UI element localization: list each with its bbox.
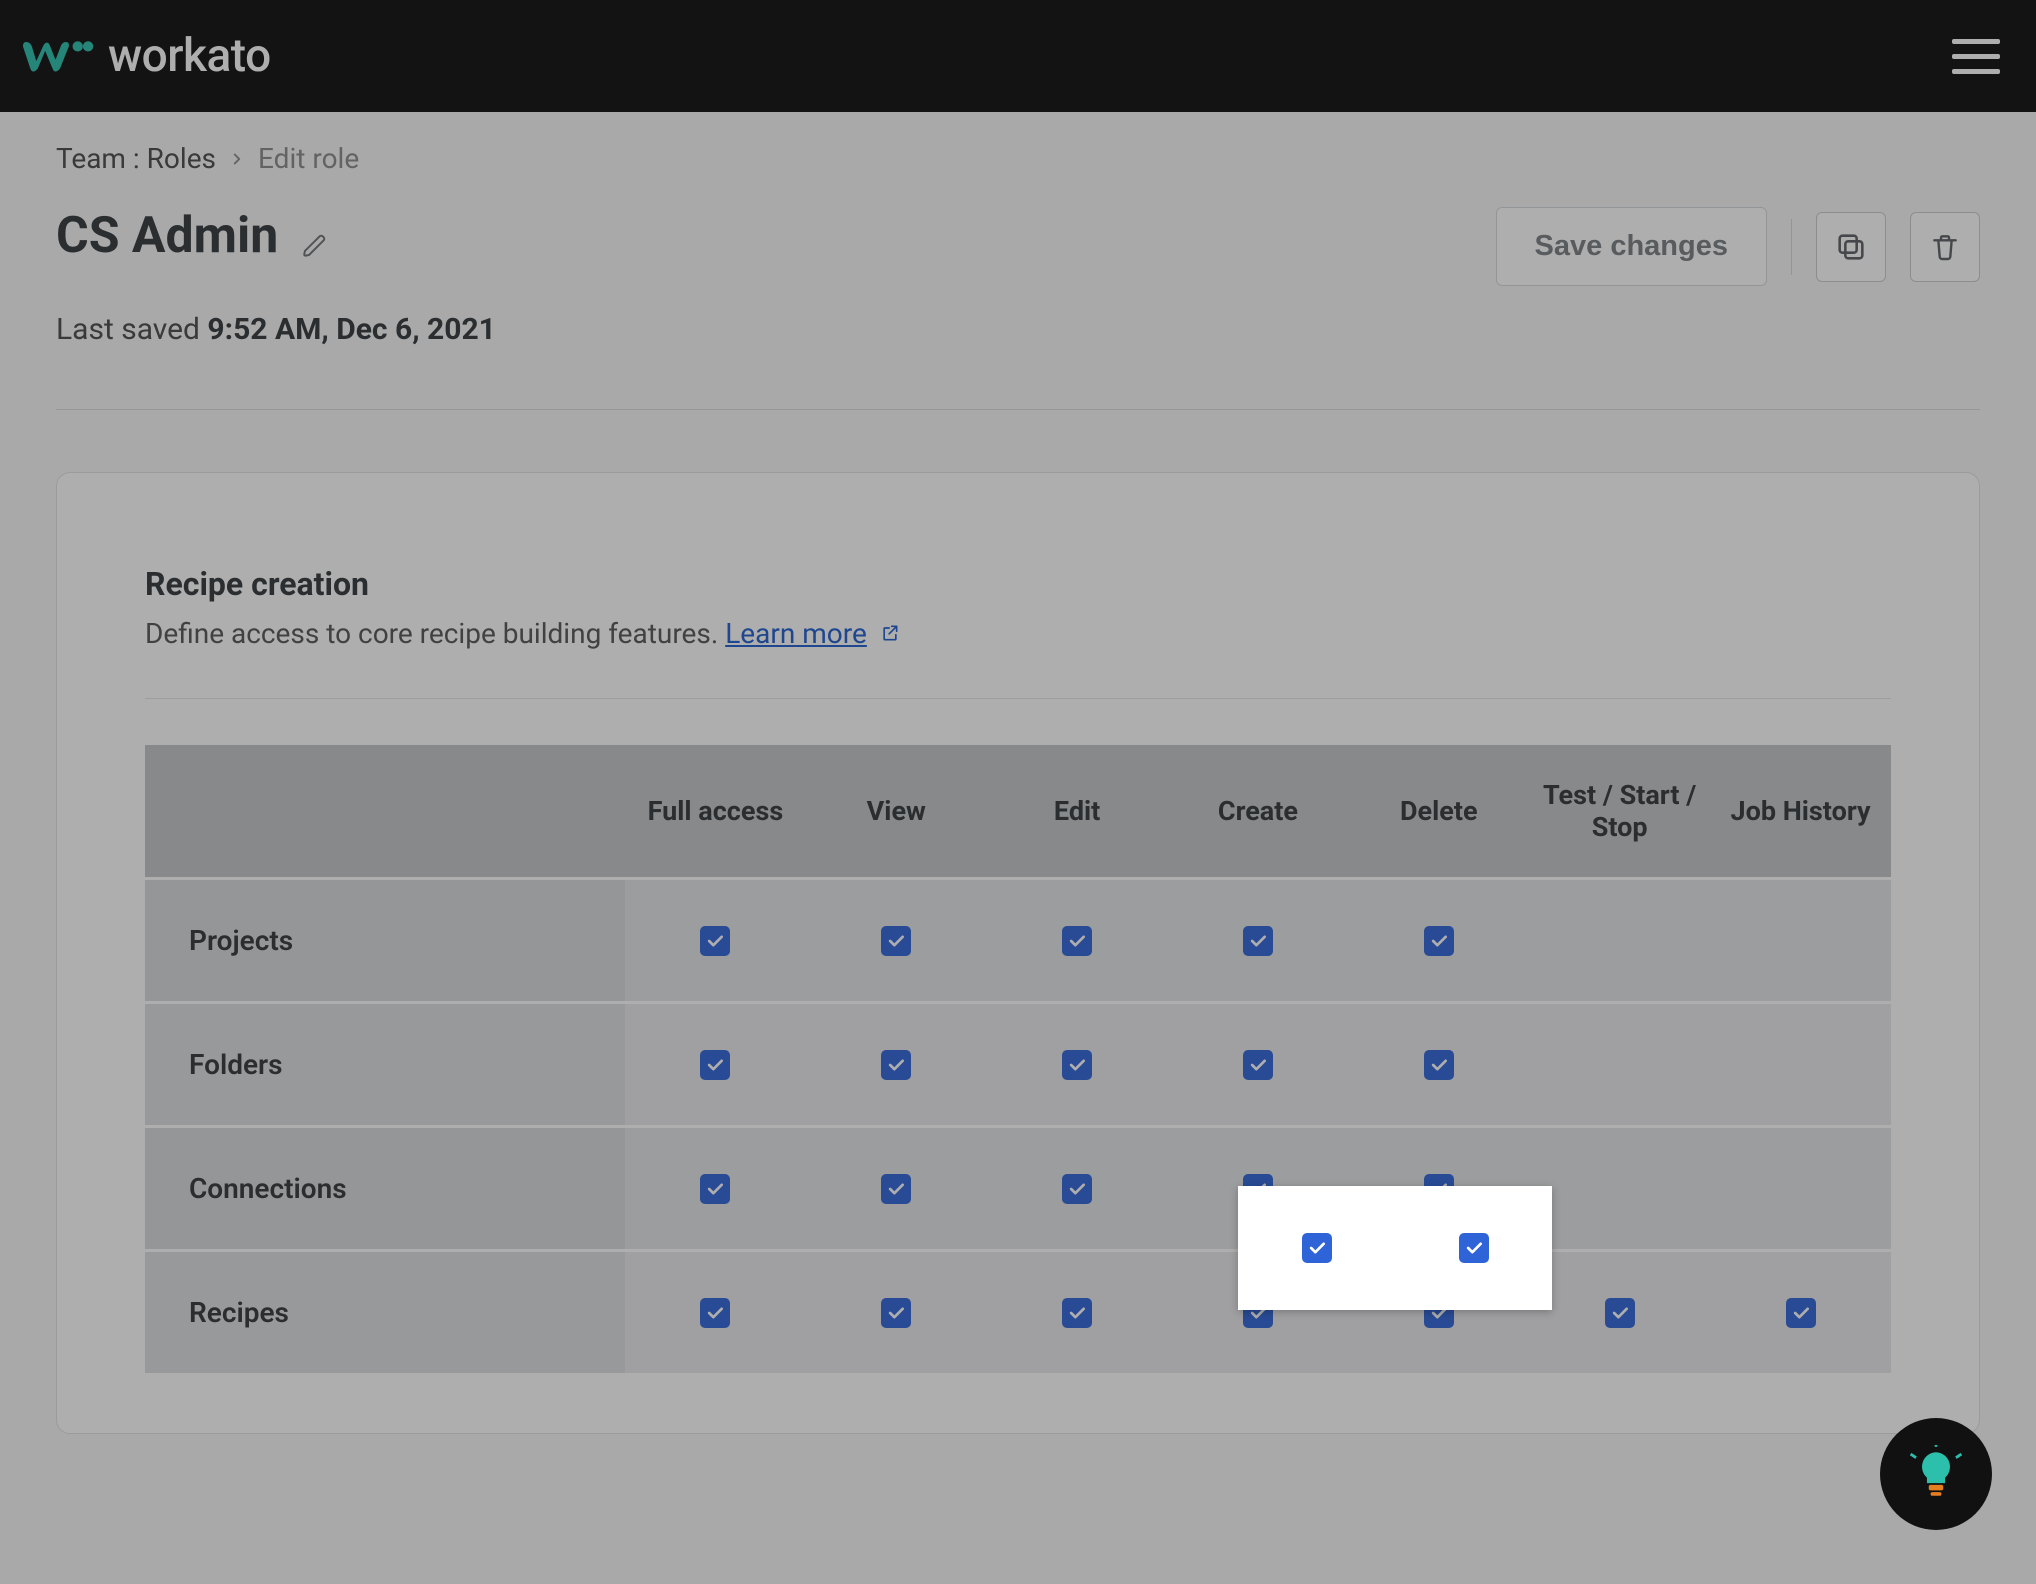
checkbox[interactable] (700, 926, 730, 956)
duplicate-button[interactable] (1816, 212, 1886, 282)
permission-cell (987, 1127, 1168, 1251)
column-header: Create (1168, 745, 1349, 879)
checkbox[interactable] (881, 1050, 911, 1080)
checkbox[interactable] (1243, 1050, 1273, 1080)
divider (56, 409, 1980, 410)
permission-cell (806, 1251, 987, 1374)
permission-cell (625, 1251, 806, 1374)
permission-cell (625, 1003, 806, 1127)
breadcrumb-current: Edit role (258, 142, 359, 175)
learn-more-link[interactable]: Learn more (725, 617, 867, 650)
brand-logo[interactable]: workato (20, 29, 271, 83)
permission-cell (1710, 879, 1891, 1003)
trash-icon (1929, 231, 1961, 263)
column-header: Test / Start / Stop (1529, 745, 1710, 879)
highlight-callout (1238, 1186, 1552, 1310)
checkbox[interactable] (1062, 1298, 1092, 1328)
page-title: CS Admin (56, 207, 278, 265)
external-link-icon (880, 617, 900, 650)
checkbox[interactable] (881, 1174, 911, 1204)
permission-cell (625, 1127, 806, 1251)
delete-button[interactable] (1910, 212, 1980, 282)
permission-cell (806, 879, 987, 1003)
permission-cell (1529, 1127, 1710, 1251)
checkbox-connections-delete[interactable] (1459, 1233, 1489, 1263)
permission-cell (806, 1003, 987, 1127)
permission-cell (1168, 1003, 1349, 1127)
table-row: Recipes (145, 1251, 1891, 1374)
table-row: Projects (145, 879, 1891, 1003)
vertical-divider (1791, 219, 1792, 275)
checkbox[interactable] (1786, 1298, 1816, 1328)
permission-cell (1710, 1251, 1891, 1374)
column-header: Full access (625, 745, 806, 879)
permission-cell (1529, 1251, 1710, 1374)
permission-cell (806, 1127, 987, 1251)
copy-icon (1834, 230, 1868, 264)
row-label: Connections (145, 1127, 625, 1251)
brand-name: workato (108, 29, 271, 83)
permissions-table: Full access View Edit Create Delete Test… (145, 745, 1891, 1373)
breadcrumb-root[interactable]: Team : Roles (56, 142, 216, 175)
checkbox-connections-create[interactable] (1302, 1233, 1332, 1263)
checkbox[interactable] (700, 1298, 730, 1328)
permission-cell (1348, 879, 1529, 1003)
checkbox[interactable] (1062, 1050, 1092, 1080)
section-subtitle: Define access to core recipe building fe… (145, 617, 1891, 650)
permission-cell (1348, 1003, 1529, 1127)
checkbox[interactable] (700, 1174, 730, 1204)
table-row: Connections (145, 1127, 1891, 1251)
last-saved: Last saved 9:52 AM, Dec 6, 2021 (56, 312, 1980, 347)
save-button[interactable]: Save changes (1496, 207, 1767, 286)
checkbox[interactable] (1605, 1298, 1635, 1328)
section-title: Recipe creation (145, 565, 1891, 603)
row-label: Folders (145, 1003, 625, 1127)
permission-cell (1529, 879, 1710, 1003)
workato-icon (20, 30, 94, 82)
lightbulb-icon (1907, 1445, 1965, 1503)
checkbox[interactable] (1062, 926, 1092, 956)
permission-cell (625, 879, 806, 1003)
checkbox[interactable] (1062, 1174, 1092, 1204)
permission-cell (1710, 1127, 1891, 1251)
checkbox[interactable] (1243, 926, 1273, 956)
row-label: Recipes (145, 1251, 625, 1374)
column-header: Job History (1710, 745, 1891, 879)
checkbox[interactable] (1424, 926, 1454, 956)
help-fab[interactable] (1880, 1418, 1992, 1530)
permission-cell (1168, 879, 1349, 1003)
column-header: Delete (1348, 745, 1529, 879)
pencil-icon[interactable] (302, 233, 328, 263)
table-header-row: Full access View Edit Create Delete Test… (145, 745, 1891, 879)
checkbox[interactable] (1424, 1050, 1454, 1080)
section-divider (145, 698, 1891, 699)
top-navbar: workato (0, 0, 2036, 112)
column-header (145, 745, 625, 879)
chevron-right-icon (228, 142, 246, 175)
permission-cell (1710, 1003, 1891, 1127)
table-row: Folders (145, 1003, 1891, 1127)
permissions-panel: Recipe creation Define access to core re… (56, 472, 1980, 1434)
breadcrumb: Team : Roles Edit role (56, 142, 1980, 175)
checkbox[interactable] (881, 1298, 911, 1328)
column-header: Edit (987, 745, 1168, 879)
permission-cell (987, 1251, 1168, 1374)
column-header: View (806, 745, 987, 879)
menu-icon[interactable] (1944, 31, 2008, 82)
permission-cell (987, 879, 1168, 1003)
checkbox[interactable] (881, 926, 911, 956)
permission-cell (987, 1003, 1168, 1127)
row-label: Projects (145, 879, 625, 1003)
checkbox[interactable] (700, 1050, 730, 1080)
permission-cell (1529, 1003, 1710, 1127)
